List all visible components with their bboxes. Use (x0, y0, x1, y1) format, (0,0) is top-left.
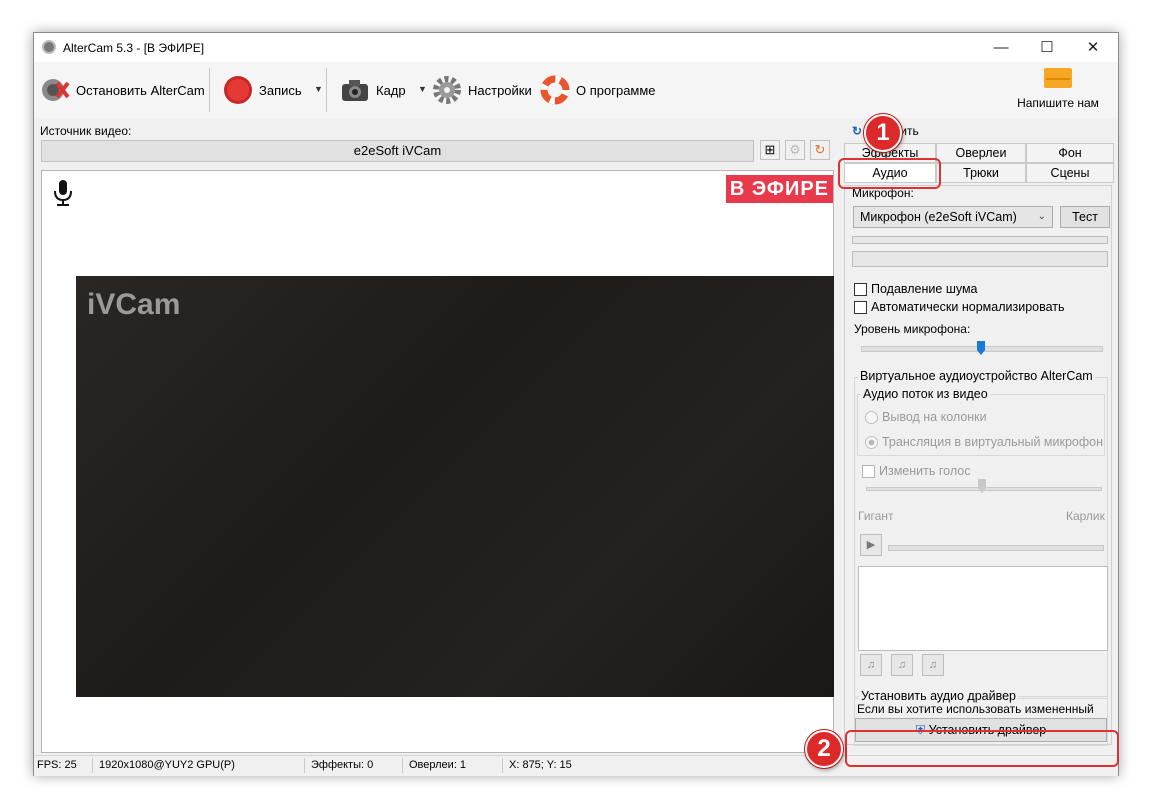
video-source-select[interactable]: e2eSoft iVCam (41, 140, 754, 162)
refresh-icon[interactable]: ↻ (810, 140, 830, 160)
status-divider (304, 758, 305, 773)
settings-button[interactable]: Настройки (432, 70, 532, 110)
webcam-app-icon (42, 40, 56, 54)
step-2-marker: 2 (805, 730, 843, 768)
play-icon[interactable]: ▶ (860, 534, 882, 556)
chevron-down-icon: ⌄ (1037, 211, 1046, 222)
frame-button[interactable]: Кадр (340, 70, 406, 110)
right-panel: ↻ Сбросить Эффекты Оверлеи Фон Аудио Трю… (840, 119, 1114, 755)
crop-icon[interactable]: ⊞ (760, 140, 780, 160)
envelope-icon (1044, 68, 1072, 88)
music-note-icon[interactable]: ♫ (891, 654, 913, 676)
audio-tab-highlight (838, 158, 941, 189)
music-note-icon[interactable]: ♫ (922, 654, 944, 676)
status-fps: FPS: 25 (37, 759, 77, 771)
about-label: О программе (576, 82, 656, 98)
dwarf-label: Карлик (1066, 509, 1105, 523)
mic-level-slider-thumb[interactable] (977, 341, 985, 355)
audio-level-meter (852, 236, 1108, 244)
status-divider (402, 758, 403, 773)
frame-dropdown-arrow-icon[interactable]: ▼ (418, 84, 427, 94)
stop-camera-icon (42, 79, 70, 101)
video-preview: В ЭФИРЕ iVCam (41, 170, 834, 753)
install-driver-title: Установить аудио драйвер (859, 689, 1019, 703)
adjust-icon[interactable]: ⚙ (785, 140, 805, 160)
toolbar-divider (326, 68, 327, 112)
change-voice-checkbox[interactable]: Изменить голос (862, 464, 970, 478)
record-dropdown-arrow-icon[interactable]: ▼ (314, 84, 323, 94)
noise-suppression-checkbox[interactable]: Подавление шума (854, 282, 978, 296)
output-speakers-radio[interactable]: Вывод на колонки (865, 410, 987, 424)
title-bar: AlterCam 5.3 - [В ЭФИРЕ] — ☐ ✕ (34, 33, 1118, 62)
lifebuoy-icon (540, 75, 570, 105)
audio-tab-content: Микрофон: Микрофон (e2eSoft iVCam) ⌄ Тес… (844, 185, 1112, 746)
mic-level-label: Уровень микрофона: (854, 322, 971, 336)
microphone-icon[interactable] (52, 179, 74, 207)
status-format: 1920x1080@YUY2 GPU(P) (99, 759, 235, 771)
status-overlays: Оверлеи: 1 (409, 759, 467, 771)
record-button[interactable]: Запись (223, 70, 302, 110)
step-1-marker: 1 (864, 114, 902, 152)
virtual-mic-radio[interactable]: Трансляция в виртуальный микрофон (865, 435, 1103, 449)
output-speakers-label: Вывод на колонки (882, 410, 987, 424)
reset-icon: ↻ (852, 124, 863, 138)
playback-progress (888, 545, 1104, 551)
camera-icon (342, 80, 368, 101)
settings-label: Настройки (468, 82, 532, 98)
install-driver-hint: Если вы хотите использовать измененный (857, 702, 1094, 714)
tab-scenes[interactable]: Сцены (1026, 163, 1114, 183)
virtual-audio-device-title: Виртуальное аудиоустройство AlterCam (858, 369, 1095, 383)
stop-altercam-label: Остановить AlterCam (76, 82, 205, 98)
audio-stream-title: Аудио поток из видео (861, 387, 990, 401)
frame-label: Кадр (376, 82, 406, 98)
status-coordinates: X: 875; Y: 15 (509, 759, 572, 771)
tab-overlays[interactable]: Оверлеи (936, 143, 1026, 163)
minimize-button[interactable]: — (978, 33, 1024, 62)
auto-normalize-checkbox[interactable]: Автоматически нормализировать (854, 300, 1065, 314)
test-button[interactable]: Тест (1060, 206, 1110, 228)
auto-normalize-label: Автоматически нормализировать (871, 300, 1065, 314)
close-button[interactable]: ✕ (1070, 33, 1116, 62)
toolbar-divider (209, 68, 210, 112)
contact-us-label: Напишите нам (1017, 96, 1099, 110)
toolbar: Остановить AlterCam Запись ▼ Кадр ▼ Наст… (34, 62, 1118, 118)
window-title: AlterCam 5.3 - [В ЭФИРЕ] (63, 41, 205, 55)
music-note-icon[interactable]: ♫ (860, 654, 882, 676)
microphone-select[interactable]: Микрофон (e2eSoft iVCam) ⌄ (853, 206, 1053, 228)
camera-video-frame: iVCam (76, 276, 834, 697)
record-label: Запись (259, 82, 302, 98)
status-divider (502, 758, 503, 773)
about-button[interactable]: О программе (540, 70, 656, 110)
audio-level-meter-secondary (852, 251, 1108, 267)
install-driver-highlight (845, 730, 1119, 767)
tab-background[interactable]: Фон (1026, 143, 1114, 163)
voice-samples-list[interactable] (858, 566, 1108, 651)
contact-us-button[interactable]: Напишите нам (1008, 68, 1108, 110)
record-icon (224, 76, 252, 104)
gear-icon (433, 76, 461, 104)
noise-suppression-label: Подавление шума (871, 282, 978, 296)
video-watermark: iVCam (87, 288, 181, 321)
video-source-label: Источник видео: (40, 124, 132, 138)
stop-altercam-button[interactable]: Остановить AlterCam (40, 70, 205, 110)
tab-tricks[interactable]: Трюки (936, 163, 1026, 183)
giant-label: Гигант (858, 509, 894, 523)
altercam-window: AlterCam 5.3 - [В ЭФИРЕ] — ☐ ✕ Остановит… (33, 32, 1119, 776)
status-divider (92, 758, 93, 773)
change-voice-label: Изменить голос (879, 464, 971, 478)
microphone-select-value: Микрофон (e2eSoft iVCam) (860, 210, 1017, 224)
on-air-badge: В ЭФИРЕ (725, 175, 833, 203)
status-effects: Эффекты: 0 (311, 759, 374, 771)
virtual-mic-label: Трансляция в виртуальный микрофон (882, 435, 1104, 449)
maximize-button[interactable]: ☐ (1024, 33, 1070, 62)
